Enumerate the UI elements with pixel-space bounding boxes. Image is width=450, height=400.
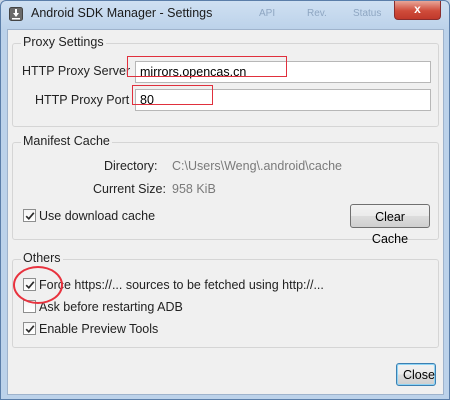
close-button[interactable]: Close — [396, 363, 436, 386]
background-hint-api: API — [259, 8, 276, 19]
enable-preview-tools-label: Enable Preview Tools — [39, 322, 159, 336]
directory-label: Directory: — [104, 159, 158, 173]
http-proxy-port-input[interactable]: 80 — [135, 89, 431, 111]
ask-before-restarting-adb-label: Ask before restarting ADB — [39, 300, 183, 314]
enable-preview-tools-checkbox[interactable] — [23, 322, 36, 335]
http-proxy-server-input[interactable]: mirrors.opencas.cn — [135, 61, 431, 83]
ask-before-restarting-adb-checkbox[interactable] — [23, 300, 36, 313]
settings-window: Android SDK Manager - Settings API Rev. … — [0, 0, 450, 400]
dialog-body: Proxy Settings HTTP Proxy Server mirrors… — [7, 29, 444, 395]
proxy-settings-group: Proxy Settings HTTP Proxy Server mirrors… — [12, 35, 439, 127]
checkmark-icon — [25, 281, 35, 290]
current-size-value: 958 KiB — [172, 182, 216, 196]
proxy-settings-title: Proxy Settings — [21, 35, 106, 49]
clear-cache-button[interactable]: Clear Cache — [350, 204, 430, 246]
close-icon: x — [414, 2, 421, 16]
window-title: Android SDK Manager - Settings — [31, 6, 213, 20]
use-download-cache-checkbox[interactable] — [23, 209, 36, 222]
current-size-label: Current Size: — [93, 182, 166, 196]
checkmark-icon — [25, 325, 35, 334]
manifest-cache-group: Manifest Cache Directory: C:\Users\Weng\… — [12, 134, 439, 246]
background-hint-status: Status — [353, 8, 382, 19]
checkmark-icon — [25, 212, 35, 221]
manifest-cache-title: Manifest Cache — [21, 134, 112, 148]
directory-value: C:\Users\Weng\.android\cache — [172, 159, 342, 173]
others-title: Others — [21, 251, 63, 265]
others-group: Others Force https://... sources to be f… — [12, 251, 439, 348]
use-download-cache-label: Use download cache — [39, 209, 156, 223]
android-sdk-download-icon — [9, 7, 23, 21]
force-https-checkbox[interactable] — [23, 278, 36, 291]
title-bar[interactable]: Android SDK Manager - Settings API Rev. … — [1, 1, 449, 27]
background-hint-rev: Rev. — [307, 8, 327, 19]
force-https-label: Force https://... sources to be fetched … — [39, 278, 324, 292]
http-proxy-server-label: HTTP Proxy Server — [22, 64, 131, 78]
window-close-button[interactable]: x — [394, 1, 441, 20]
http-proxy-port-label: HTTP Proxy Port — [35, 93, 130, 107]
